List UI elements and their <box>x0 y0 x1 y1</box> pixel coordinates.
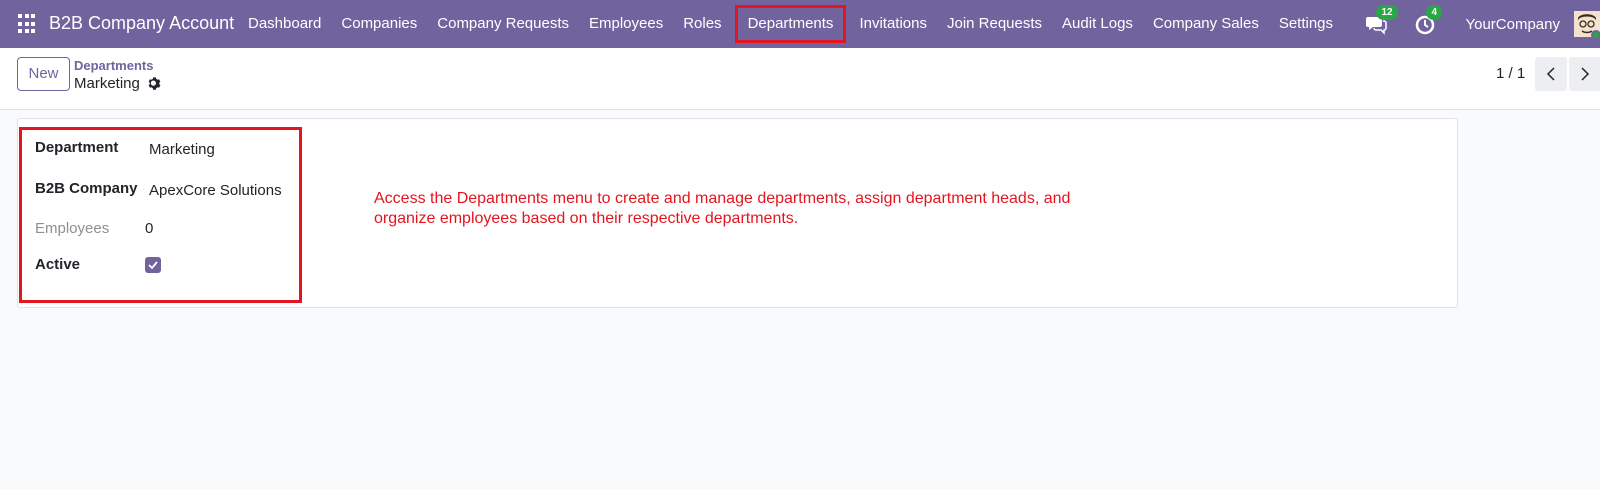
menu-item-join-requests[interactable]: Join Requests <box>937 0 1052 48</box>
app-title[interactable]: B2B Company Account <box>49 13 234 34</box>
pager-value[interactable]: 1 / 1 <box>1496 65 1525 82</box>
activities-badge: 4 <box>1426 5 1443 20</box>
menu-item-settings[interactable]: Settings <box>1269 0 1343 48</box>
chevron-left-icon <box>1546 67 1555 81</box>
check-icon <box>148 261 158 269</box>
annotation-text: Access the Departments menu to create an… <box>374 190 1071 227</box>
breadcrumb-current: Marketing <box>74 75 140 92</box>
menu-item-employees[interactable]: Employees <box>579 0 673 48</box>
company-switcher[interactable]: YourCompany <box>1465 16 1560 33</box>
employees-label: Employees <box>35 220 110 237</box>
user-avatar[interactable] <box>1574 11 1600 40</box>
breadcrumb-departments[interactable]: Departments <box>74 58 153 73</box>
pager-next-button[interactable] <box>1569 57 1600 91</box>
messages-badge: 12 <box>1376 5 1398 20</box>
menu-item-companies[interactable]: Companies <box>331 0 427 48</box>
menu-item-company-requests[interactable]: Company Requests <box>427 0 579 48</box>
new-button[interactable]: New <box>17 57 70 91</box>
pager-previous-button[interactable] <box>1535 57 1567 91</box>
main-menu: Dashboard Companies Company Requests Emp… <box>238 0 1343 48</box>
menu-item-invitations[interactable]: Invitations <box>849 0 937 48</box>
gear-icon[interactable] <box>147 76 162 91</box>
online-status-icon <box>1591 30 1600 40</box>
b2b-company-label: B2B Company <box>35 180 138 197</box>
top-navbar: B2B Company Account Dashboard Companies … <box>0 0 1600 48</box>
menu-item-dashboard[interactable]: Dashboard <box>238 0 331 48</box>
department-label: Department <box>35 139 119 156</box>
b2b-company-field[interactable]: ApexCore Solutions <box>149 182 282 199</box>
employees-count: 0 <box>145 220 154 237</box>
menu-item-audit-logs[interactable]: Audit Logs <box>1052 0 1143 48</box>
department-field[interactable]: Marketing <box>149 141 215 158</box>
apps-menu-icon[interactable] <box>18 14 38 34</box>
menu-item-company-sales[interactable]: Company Sales <box>1143 0 1269 48</box>
chevron-right-icon <box>1581 67 1590 81</box>
messages-icon[interactable]: 12 <box>1365 5 1398 35</box>
systray: 12 4 YourCompany <box>1365 0 1600 48</box>
activity-clock-icon[interactable]: 4 <box>1415 5 1443 35</box>
active-checkbox[interactable] <box>145 257 161 273</box>
active-label: Active <box>35 256 81 273</box>
menu-item-roles[interactable]: Roles <box>673 0 731 48</box>
menu-item-departments[interactable]: Departments <box>730 0 852 48</box>
control-panel: New Departments Marketing 1 / 1 <box>0 48 1600 110</box>
